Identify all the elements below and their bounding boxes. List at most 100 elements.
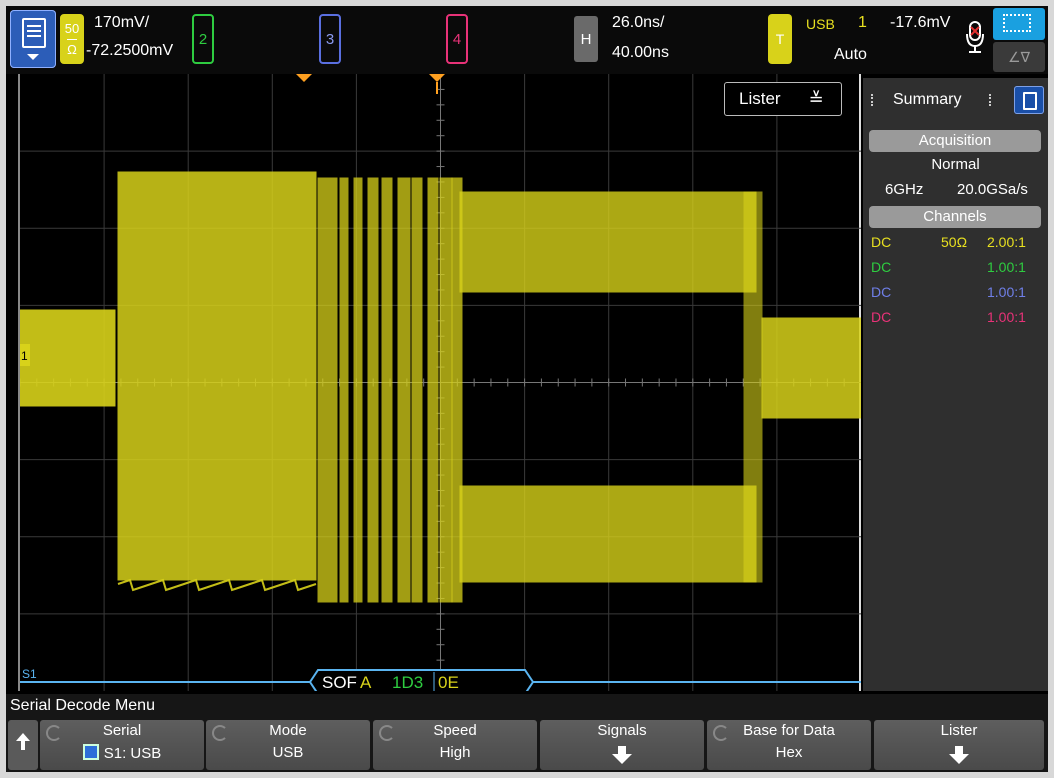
back-button[interactable] bbox=[8, 720, 38, 770]
softkey-label: Speed bbox=[433, 722, 477, 739]
channel-4-badge[interactable]: 4 bbox=[446, 14, 468, 64]
checkbox-icon bbox=[82, 744, 99, 760]
summary-title: Summary bbox=[893, 91, 962, 108]
softkey-value: USB bbox=[272, 744, 304, 761]
waveform-high-band bbox=[459, 191, 757, 293]
summary-panel: Summary Acquisition Normal 6GHz 20.0GSa/… bbox=[863, 78, 1048, 691]
lister-toggle-button[interactable]: Lister ≚ bbox=[724, 82, 842, 116]
softkey-label: Mode bbox=[269, 722, 307, 739]
zoom-select-button[interactable] bbox=[993, 8, 1045, 40]
drag-handle-icon[interactable] bbox=[871, 94, 877, 106]
softkey-value: High bbox=[439, 744, 471, 761]
ch1-offset: -72.2500mV bbox=[86, 42, 174, 59]
sample-rate-value: 20.0GSa/s bbox=[957, 181, 1028, 198]
channel-2-badge[interactable]: 2 bbox=[192, 14, 214, 64]
waveform-edge-cluster bbox=[381, 177, 393, 603]
decode-field-label: 0E bbox=[438, 673, 459, 691]
softkey-serial[interactable]: Serial S1: USB bbox=[40, 720, 204, 770]
waveform-grid: 1 SOF A 1D3 0E S1 bbox=[20, 74, 861, 691]
waveform-edge-cluster bbox=[397, 177, 411, 603]
softkey-signals[interactable]: Signals bbox=[540, 720, 704, 770]
softkey-value: S1: USB bbox=[40, 744, 204, 762]
panel-menu-icon[interactable] bbox=[1014, 86, 1044, 114]
waveform-edge-cluster bbox=[411, 177, 423, 603]
decode-field-label: A bbox=[360, 673, 372, 691]
waveform-idle-segment bbox=[761, 317, 861, 419]
waveform-edge-cluster bbox=[327, 177, 338, 603]
waveform-edge-cluster bbox=[427, 177, 439, 603]
waveform-display[interactable]: 1 SOF A 1D3 0E S1 bbox=[18, 74, 861, 691]
probe-ratio-value: 2.00:1 bbox=[987, 234, 1026, 250]
coupling-value: DC bbox=[871, 284, 892, 300]
ch1-scale: 170mV/ bbox=[94, 14, 150, 31]
trigger-channel: 1 bbox=[858, 14, 867, 31]
softkey-label: Serial bbox=[102, 722, 142, 739]
delta-icon: ∠∇ bbox=[1008, 48, 1030, 65]
waveform-edge-cluster bbox=[317, 177, 328, 603]
chevron-down-icon bbox=[27, 54, 39, 60]
waveform-edge-cluster bbox=[367, 177, 379, 603]
acquisition-header: Acquisition bbox=[869, 130, 1041, 152]
main-menu-button[interactable] bbox=[10, 10, 56, 68]
menu-icon bbox=[22, 18, 46, 48]
status-bar: 50 Ω 170mV/ -72.2500mV 2 3 4 H 26.0ns/ 4… bbox=[6, 6, 1048, 74]
coupling-value: DC bbox=[871, 234, 892, 250]
time-per-div: 26.0ns/ bbox=[612, 14, 665, 31]
oscilloscope-display: 50 Ω 170mV/ -72.2500mV 2 3 4 H 26.0ns/ 4… bbox=[6, 6, 1048, 772]
acquisition-mode: Normal bbox=[931, 156, 980, 173]
softkey-value: Hex bbox=[775, 744, 803, 761]
softkey-speed[interactable]: Speed High bbox=[373, 720, 537, 770]
arrow-down-icon bbox=[949, 746, 969, 764]
waveform-idle-segment bbox=[20, 309, 116, 407]
trigger-badge[interactable]: T bbox=[768, 14, 792, 64]
waveform-transition bbox=[743, 191, 763, 583]
channel-1-badge[interactable]: 50 Ω bbox=[60, 14, 84, 64]
marker-label: 1 bbox=[21, 349, 28, 363]
softkey-base-for-data[interactable]: Base for Data Hex bbox=[707, 720, 871, 770]
summary-header: Summary bbox=[863, 82, 1048, 118]
channel-3-badge[interactable]: 3 bbox=[319, 14, 341, 64]
softkey-label: Lister bbox=[940, 722, 978, 739]
waveform-edge-cluster bbox=[353, 177, 363, 603]
trigger-level: -17.6mV bbox=[890, 14, 951, 31]
microphone-muted-icon[interactable] bbox=[964, 20, 986, 56]
softkey-mode[interactable]: Mode USB bbox=[206, 720, 370, 770]
horizontal-badge[interactable]: H bbox=[574, 16, 598, 62]
waveform-edge-cluster bbox=[439, 177, 453, 603]
waveform-edge-cluster bbox=[339, 177, 349, 603]
serial-decode-bus: SOF A 1D3 0E S1 bbox=[20, 667, 861, 691]
trigger-source: USB bbox=[806, 16, 835, 32]
softkey-label: Signals bbox=[597, 722, 647, 739]
decode-field-label: SOF bbox=[322, 673, 357, 691]
time-reference-marker bbox=[429, 74, 445, 82]
lister-button-label: Lister bbox=[739, 89, 781, 108]
double-chevron-down-icon: ≚ bbox=[808, 88, 824, 109]
channels-header: Channels bbox=[869, 206, 1041, 228]
coupling-value: DC bbox=[871, 309, 892, 325]
ohm-icon: Ω bbox=[67, 38, 77, 60]
waveform-noise bbox=[117, 578, 317, 592]
arrow-down-icon bbox=[612, 746, 632, 764]
trigger-position-marker bbox=[296, 74, 312, 82]
decode-field-label: 1D3 bbox=[392, 673, 423, 691]
probe-ratio-value: 1.00:1 bbox=[987, 309, 1026, 325]
ch1-ground-marker: 1 bbox=[20, 344, 30, 366]
horizontal-delay: 40.00ns bbox=[612, 44, 669, 61]
ch1-waveform bbox=[20, 171, 861, 603]
drag-handle-icon[interactable] bbox=[989, 94, 995, 106]
probe-ratio-value: 1.00:1 bbox=[987, 284, 1026, 300]
probe-ratio-value: 1.00:1 bbox=[987, 259, 1026, 275]
ch1-impedance-value: 50 bbox=[64, 20, 80, 36]
coupling-value: DC bbox=[871, 259, 892, 275]
trigger-mode: Auto bbox=[834, 46, 867, 63]
menu-title: Serial Decode Menu bbox=[10, 697, 155, 714]
softkey-label: Base for Data bbox=[743, 722, 835, 739]
waveform-low-band bbox=[459, 485, 757, 583]
bandwidth-value: 6GHz bbox=[885, 181, 924, 198]
softkey-lister[interactable]: Lister bbox=[874, 720, 1044, 770]
softkey-menu: Serial Decode Menu Serial S1: USB Mode U… bbox=[6, 694, 1048, 772]
measure-button[interactable]: ∠∇ bbox=[993, 42, 1045, 72]
waveform-burst-segment bbox=[117, 171, 317, 581]
serial-bus-label: S1 bbox=[22, 667, 37, 681]
impedance-value: 50Ω bbox=[941, 234, 968, 250]
